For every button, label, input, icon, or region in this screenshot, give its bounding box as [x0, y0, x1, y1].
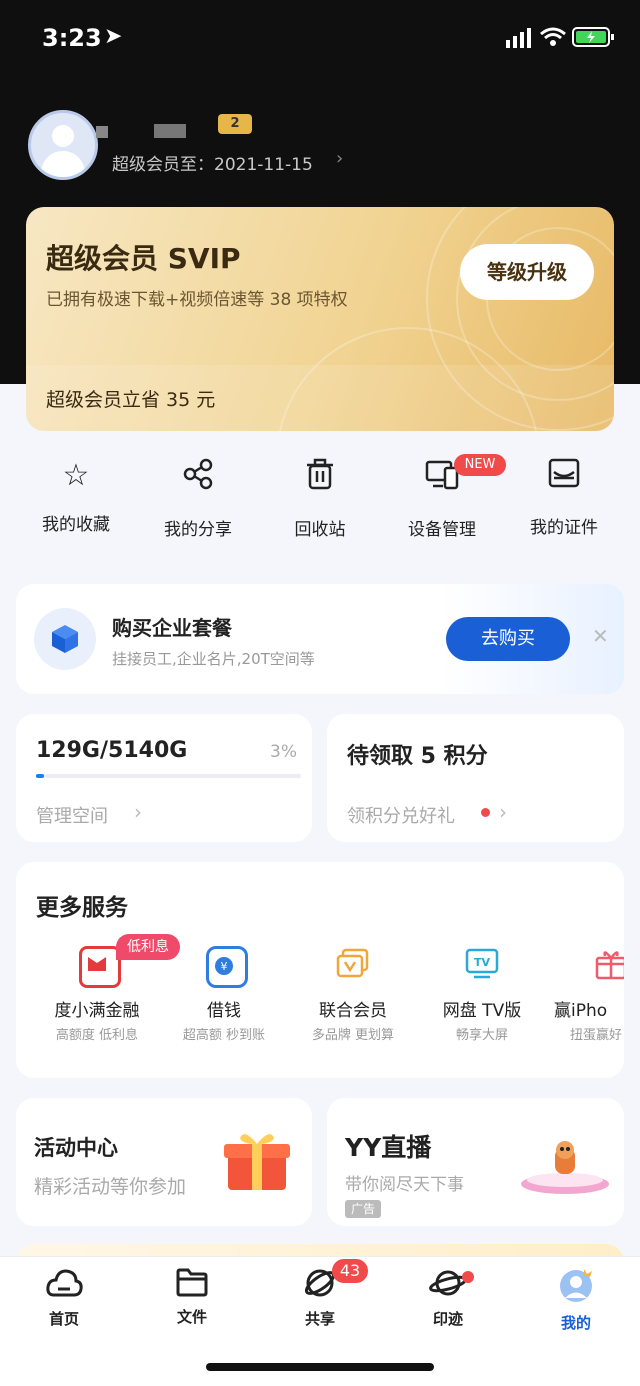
service-name: 借钱 — [207, 1001, 241, 1021]
service-name: 度小满金融 — [54, 1001, 140, 1021]
low-interest-badge: 低利息 — [116, 934, 180, 960]
home-indicator — [206, 1363, 434, 1371]
cube-icon — [34, 608, 96, 670]
service-subtitle: 多品牌 更划算 — [311, 1028, 395, 1043]
manage-space-link[interactable]: 管理空间 — [36, 802, 108, 828]
services-card: 更多服务 低利息 度小满金融 高额度 低利息 ¥ 借钱 超高额 秒到账 联合会员… — [16, 862, 624, 1078]
signal-icon — [506, 28, 532, 48]
level-badge: 2 — [218, 114, 252, 134]
service-subtitle: 畅享大屏 — [455, 1028, 508, 1043]
nav-shared[interactable]: 共享 43 — [270, 1259, 370, 1329]
location-arrow-icon: ➤ — [104, 24, 123, 49]
activity-card[interactable]: 活动中心 精彩活动等你参加 — [16, 1098, 312, 1226]
red-dot-indicator — [481, 808, 490, 817]
vip-cards-icon — [335, 946, 371, 982]
close-icon[interactable]: ✕ — [592, 624, 609, 648]
activity-title: 活动中心 — [34, 1136, 118, 1160]
quick-action-devices[interactable]: 设备管理 NEW — [382, 454, 506, 540]
membership-expiry[interactable]: 超级会员至：2021-11-15 — [112, 150, 313, 175]
svip-subtitle: 已拥有极速下载+视频倍速等 38 项特权 — [46, 290, 348, 310]
chevron-right-icon: › — [499, 800, 507, 824]
upgrade-button[interactable]: 等级升级 — [460, 244, 594, 300]
service-subtitle: 超高额 秒到账 — [182, 1028, 266, 1043]
quick-action-label: 我的收藏 — [42, 515, 110, 535]
trash-icon — [260, 458, 380, 499]
quick-action-shares[interactable]: 我的分享 — [138, 458, 258, 540]
yy-live-card[interactable]: YY直播 带你阅尽天下事 广告 — [327, 1098, 624, 1226]
id-card-icon — [504, 458, 624, 497]
service-name: 网盘 TV版 — [442, 1001, 522, 1021]
enterprise-banner[interactable]: 购买企业套餐 挂接员工,企业名片,20T空间等 去购买 ✕ — [16, 584, 624, 694]
nav-label: 共享 — [304, 1310, 335, 1328]
nav-label: 首页 — [48, 1310, 79, 1328]
activity-subtitle: 精彩活动等你参加 — [34, 1176, 187, 1198]
username-redacted-block-2 — [154, 124, 186, 138]
profile-icon — [526, 1267, 626, 1312]
points-card[interactable]: 待领取 5 积分 领积分兑好礼 › — [327, 714, 624, 842]
wifi-icon — [540, 26, 566, 48]
svg-text:¥: ¥ — [221, 960, 228, 973]
nav-profile[interactable]: 我的 — [526, 1267, 626, 1333]
cloud-home-icon — [14, 1267, 114, 1308]
star-icon: ☆ — [62, 458, 90, 493]
yy-subtitle: 带你阅尽天下事 — [345, 1175, 464, 1195]
svg-text:TV: TV — [474, 956, 491, 969]
service-subtitle: 高额度 低利息 — [55, 1028, 139, 1043]
finance-icon — [79, 946, 121, 988]
nav-home[interactable]: 首页 — [14, 1267, 114, 1329]
buy-button[interactable]: 去购买 — [446, 617, 570, 661]
planet-icon — [398, 1267, 498, 1308]
chevron-right-icon: › — [134, 800, 142, 824]
nav-label: 印迹 — [432, 1310, 463, 1328]
new-badge: NEW — [454, 454, 506, 476]
storage-percent: 3% — [270, 742, 297, 762]
battery-icon — [572, 26, 616, 48]
svip-save-text[interactable]: 超级会员立省 35 元 — [46, 385, 215, 412]
status-time: 3:23 — [42, 24, 102, 52]
svip-title: 超级会员 SVIP — [46, 242, 241, 275]
quick-action-label: 回收站 — [294, 520, 346, 540]
quick-action-ids[interactable]: 我的证件 — [504, 458, 624, 538]
traces-red-dot — [462, 1271, 474, 1283]
username-redacted-block — [96, 126, 108, 138]
quick-action-label: 设备管理 — [408, 520, 476, 540]
shared-count-badge: 43 — [332, 1259, 368, 1283]
storage-progress-track — [36, 774, 301, 778]
services-title: 更多服务 — [36, 895, 128, 921]
storage-progress-fill — [36, 774, 44, 778]
enterprise-subtitle: 挂接员工,企业名片,20T空间等 — [112, 650, 315, 668]
chevron-right-icon: › — [336, 148, 344, 169]
quick-action-label: 我的证件 — [530, 518, 598, 538]
svip-card[interactable]: 超级会员 SVIP 已拥有极速下载+视频倍速等 38 项特权 等级升级 超级会员… — [26, 207, 614, 431]
live-stage-illustration — [517, 1138, 613, 1198]
gift-box-icon — [222, 1128, 292, 1192]
ad-label: 广告 — [345, 1200, 381, 1218]
enterprise-title: 购买企业套餐 — [112, 616, 232, 640]
share-icon — [138, 458, 258, 499]
storage-card[interactable]: 129G/5140G 3% 管理空间 › — [16, 714, 312, 842]
service-name: 赢iPho — [554, 1001, 608, 1021]
storage-usage: 129G/5140G — [36, 738, 188, 763]
folder-icon — [142, 1267, 242, 1306]
gift-icon — [593, 946, 624, 982]
service-name: 联合会员 — [319, 1001, 387, 1021]
nav-traces[interactable]: 印迹 — [398, 1267, 498, 1329]
nav-files[interactable]: 文件 — [142, 1267, 242, 1327]
quick-action-favorites[interactable]: ☆ 我的收藏 — [16, 458, 136, 535]
avatar[interactable] — [28, 110, 98, 180]
quick-actions-row: ☆ 我的收藏 我的分享 回收站 设备管理 NEW 我的证件 — [16, 454, 624, 548]
nav-label: 我的 — [560, 1314, 591, 1332]
yy-title: YY直播 — [345, 1133, 432, 1162]
bottom-nav: 首页 文件 共享 43 印迹 我的 — [0, 1256, 640, 1386]
quick-action-recycle[interactable]: 回收站 — [260, 458, 380, 540]
money-bag-icon: ¥ — [206, 946, 248, 988]
points-title: 待领取 5 积分 — [347, 744, 488, 769]
quick-action-label: 我的分享 — [164, 520, 232, 540]
points-link[interactable]: 领积分兑好礼 — [347, 802, 455, 828]
nav-label: 文件 — [176, 1308, 207, 1326]
service-subtitle: 扭蛋赢好 — [570, 1028, 623, 1043]
tv-icon: TV — [464, 946, 500, 982]
